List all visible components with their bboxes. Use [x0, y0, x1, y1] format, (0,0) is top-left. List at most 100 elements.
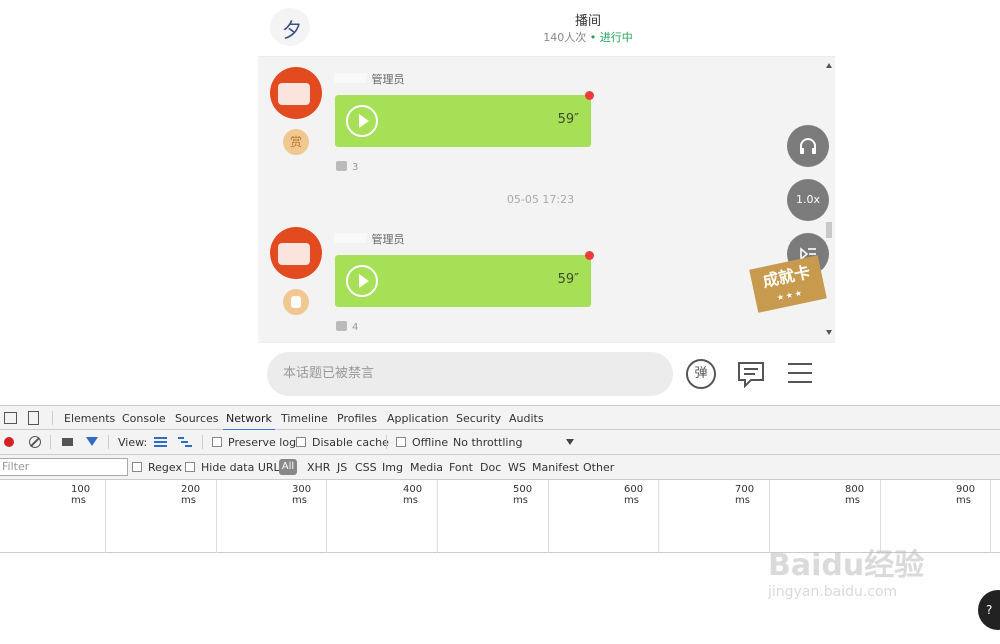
type-filter-all[interactable]: All	[279, 459, 297, 475]
reward-hand-icon	[291, 296, 301, 308]
timeline-column: 500 ms	[438, 480, 549, 553]
hide-data-urls-checkbox[interactable]	[185, 462, 195, 472]
tab-sources[interactable]: Sources	[175, 412, 219, 425]
live-dot-icon: •	[589, 31, 600, 44]
inspect-element-icon[interactable]	[4, 412, 17, 424]
thumbs-up-icon	[336, 321, 347, 331]
network-toolbar: View: Preserve log Disable cache Offline…	[0, 430, 1000, 455]
voice-duration: 59″	[557, 112, 579, 127]
waterfall-overview-icon[interactable]	[178, 437, 192, 447]
timeline-tick-label: 500 ms	[513, 484, 533, 506]
clear-icon[interactable]	[29, 436, 41, 448]
sender-name	[334, 73, 366, 83]
play-icon[interactable]	[346, 105, 378, 137]
voice-message[interactable]: 59″	[335, 255, 591, 307]
viewer-count: 140人次	[543, 31, 587, 44]
menu-icon[interactable]	[788, 363, 812, 383]
danmu-button[interactable]: 弹	[686, 359, 716, 389]
timeline-tick-label: 400 ms	[403, 484, 423, 506]
like-count: 4	[352, 322, 359, 333]
filter-icon[interactable]	[86, 437, 98, 446]
sender-line: 管理员	[334, 71, 405, 87]
record-icon[interactable]	[4, 437, 14, 447]
avatar[interactable]	[270, 227, 322, 279]
scroll-down-arrow-icon[interactable]	[826, 330, 832, 335]
tab-timeline[interactable]: Timeline	[281, 412, 328, 425]
play-icon[interactable]	[346, 265, 378, 297]
scroll-thumb[interactable]	[826, 222, 832, 238]
muted-message-input[interactable]: 本话题已被禁言	[267, 352, 673, 396]
type-filter-media[interactable]: Media	[410, 461, 443, 474]
message-timestamp: 05-05 17:23	[506, 193, 575, 206]
preserve-log-label: Preserve log	[228, 436, 297, 449]
tab-audits[interactable]: Audits	[509, 412, 544, 425]
timeline-column: 700 ms	[659, 480, 770, 553]
type-filter-xhr[interactable]: XHR	[307, 461, 330, 474]
voice-message[interactable]: 59″	[335, 95, 591, 147]
regex-checkbox[interactable]	[132, 462, 142, 472]
chevron-down-icon[interactable]	[566, 439, 574, 445]
timeline-column: 400 ms	[327, 480, 438, 553]
disable-cache-checkbox[interactable]	[296, 437, 306, 447]
timeline-tick-label: 600 ms	[624, 484, 644, 506]
comment-icon[interactable]	[737, 360, 765, 389]
timeline-column: 600 ms	[549, 480, 659, 553]
tab-security[interactable]: Security	[456, 412, 501, 425]
tab-console[interactable]: Console	[122, 412, 166, 425]
playback-speed-button[interactable]: 1.0x	[787, 179, 829, 221]
type-filter-manifest[interactable]: Manifest	[532, 461, 579, 474]
tab-elements[interactable]: Elements	[64, 412, 115, 425]
timeline-tick-label: 200 ms	[181, 484, 201, 506]
message-item: 赏 管理员 59″ 3	[258, 57, 823, 173]
like-count: 3	[352, 162, 359, 173]
divider	[52, 411, 53, 425]
throttling-select[interactable]: No throttling	[453, 436, 522, 449]
timeline-tick-label: 100 ms	[71, 484, 91, 506]
timeline-tick-label: 300 ms	[292, 484, 312, 506]
type-filter-img[interactable]: Img	[382, 461, 403, 474]
reward-button[interactable]: 赏	[283, 129, 309, 155]
timeline-column: 300 ms	[217, 480, 327, 553]
avatar[interactable]	[270, 67, 322, 119]
baidu-jingyan-watermark: Baidu经验 jingyan.baidu.com	[768, 540, 948, 620]
reward-button[interactable]	[283, 289, 309, 315]
type-filter-doc[interactable]: Doc	[480, 461, 501, 474]
voice-duration: 59″	[557, 272, 579, 287]
divider	[108, 435, 109, 449]
like-button[interactable]: 4	[336, 321, 358, 333]
sender-name	[334, 233, 366, 243]
sender-role: 管理员	[371, 73, 405, 86]
timeline-tick-label: 700 ms	[735, 484, 755, 506]
tab-profiles[interactable]: Profiles	[337, 412, 377, 425]
scroll-up-arrow-icon[interactable]	[826, 63, 832, 68]
sender-role: 管理员	[371, 233, 405, 246]
regex-label: Regex	[148, 461, 182, 474]
tab-application[interactable]: Application	[387, 412, 448, 425]
tab-network[interactable]: Network	[223, 412, 275, 431]
screenshot-camera-icon[interactable]	[62, 438, 73, 446]
offline-checkbox[interactable]	[396, 437, 406, 447]
type-filter-css[interactable]: CSS	[355, 461, 377, 474]
sender-line: 管理员	[334, 231, 405, 247]
thumbs-up-icon	[336, 161, 347, 171]
type-filter-font[interactable]: Font	[449, 461, 473, 474]
filter-input[interactable]: Filter	[0, 458, 128, 476]
live-room-panel: 夕 播间 140人次 • 进行中 赏 管理员 59″ 3 05-05 17:23…	[258, 0, 835, 405]
preserve-log-checkbox[interactable]	[212, 437, 222, 447]
type-filter-js[interactable]: JS	[337, 461, 347, 474]
like-button[interactable]: 3	[336, 161, 358, 173]
type-filter-ws[interactable]: WS	[508, 461, 526, 474]
device-toolbar-icon[interactable]	[28, 411, 39, 425]
headphones-icon[interactable]	[787, 125, 829, 167]
room-subtitle: 140人次 • 进行中	[498, 29, 678, 45]
unread-dot	[585, 251, 594, 260]
view-label: View:	[118, 436, 148, 449]
watermark-logo: Baidu经验	[768, 548, 925, 583]
type-filter-other[interactable]: Other	[583, 461, 614, 474]
achievement-card-label: 成就卡	[760, 262, 812, 291]
divider	[202, 435, 203, 449]
timeline-column: 200 ms	[106, 480, 217, 553]
message-feed[interactable]: 赏 管理员 59″ 3 05-05 17:23 管理员 59″ 4	[258, 57, 823, 342]
hide-data-urls-label: Hide data URLs	[201, 461, 286, 474]
large-rows-icon[interactable]	[154, 437, 167, 447]
